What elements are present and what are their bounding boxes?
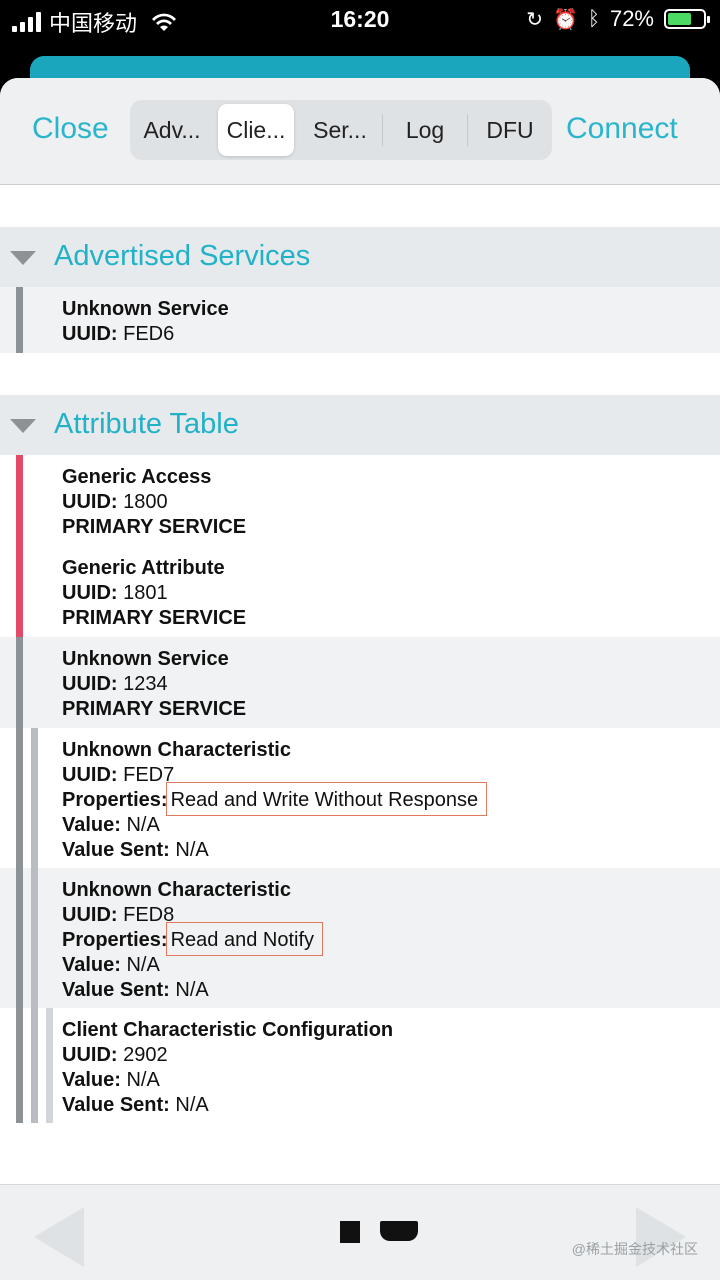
alarm-icon: ⏰	[553, 8, 578, 31]
tab-dfu[interactable]: DFU	[472, 104, 548, 156]
characteristic-bar	[31, 868, 38, 1008]
battery-icon	[664, 9, 710, 29]
status-right: ↻ ⏰ ᛒ 72%	[526, 6, 710, 32]
table-row[interactable]: Unknown Service UUID: 1234 PRIMARY SERVI…	[0, 637, 720, 728]
table-row[interactable]: Unknown Characteristic UUID: FED8 Proper…	[0, 868, 720, 1008]
service-bar	[16, 637, 23, 728]
battery-percent: 72%	[609, 6, 654, 31]
table-row[interactable]: Unknown Characteristic UUID: FED7 Proper…	[0, 728, 720, 868]
descriptor-bar	[46, 1008, 53, 1123]
list-item[interactable]: Unknown Service UUID: FED6	[0, 287, 720, 353]
tab-server[interactable]: Ser...	[302, 104, 378, 156]
toolbar-glyph-icon[interactable]	[340, 1221, 360, 1243]
table-row[interactable]: Generic Attribute UUID: 1801 PRIMARY SER…	[0, 546, 720, 637]
properties-highlight: Read and Write Without Response	[165, 782, 488, 816]
tab-client[interactable]: Clie...	[218, 104, 294, 156]
section-title: Advertised Services	[54, 240, 311, 272]
back-arrow-icon[interactable]	[34, 1207, 84, 1267]
toolbar: Close Adv... Clie... Ser... Log DFU Conn…	[0, 78, 720, 185]
section-title: Attribute Table	[54, 408, 239, 440]
toolbar-glyph-icon[interactable]	[380, 1221, 418, 1241]
section-header-advertised[interactable]: Advertised Services	[0, 227, 720, 287]
properties-highlight: Read and Notify	[165, 922, 324, 956]
section-header-attribute-table[interactable]: Attribute Table	[0, 395, 720, 455]
service-bar	[16, 728, 23, 868]
battery-fill	[668, 13, 692, 25]
table-row[interactable]: Client Characteristic Configuration UUID…	[0, 1008, 720, 1123]
service-bar	[16, 1008, 23, 1123]
rotation-lock-icon: ↻	[526, 8, 544, 31]
collapse-triangle-icon	[10, 251, 36, 265]
tab-advertisement[interactable]: Adv...	[134, 104, 210, 156]
characteristic-bar	[31, 1008, 38, 1123]
service-bar	[16, 546, 23, 637]
characteristic-bar	[31, 728, 38, 868]
watermark: @稀土掘金技术社区	[571, 1241, 698, 1257]
device-sheet: Close Adv... Clie... Ser... Log DFU Conn…	[0, 78, 720, 1280]
connect-button[interactable]: Connect	[566, 112, 678, 146]
segmented-control: Adv... Clie... Ser... Log DFU	[130, 100, 552, 160]
close-button[interactable]: Close	[32, 112, 109, 146]
service-bar	[16, 868, 23, 1008]
collapse-triangle-icon	[10, 419, 36, 433]
tab-log[interactable]: Log	[387, 104, 463, 156]
service-bar	[16, 455, 23, 546]
service-bar	[16, 287, 23, 353]
status-bar: 中国移动 16:20 ↻ ⏰ ᛒ 72%	[0, 0, 720, 40]
table-row[interactable]: Generic Access UUID: 1800 PRIMARY SERVIC…	[0, 455, 720, 546]
bluetooth-icon: ᛒ	[587, 7, 600, 30]
bottom-toolbar: @稀土掘金技术社区	[0, 1184, 720, 1280]
